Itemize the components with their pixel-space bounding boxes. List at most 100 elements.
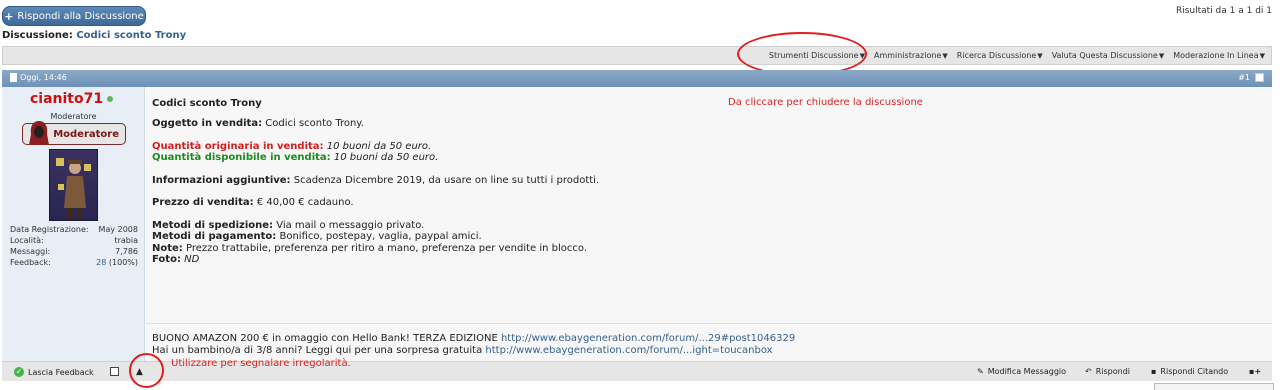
field-label: Informazioni aggiuntive:: [152, 174, 291, 186]
signature-link[interactable]: http://www.ebaygeneration.com/forum/...i…: [485, 345, 772, 356]
signature: BUONO AMAZON 200 € in omaggio con Hello …: [152, 333, 795, 356]
signature-text: BUONO AMAZON 200 € in omaggio con Hello …: [152, 333, 501, 344]
stat-row: Data Registrazione: May 2008: [10, 224, 138, 235]
post-body: Codici sconto Trony Da cliccare per chiu…: [146, 87, 1272, 361]
hooded-figure-icon: [29, 121, 49, 145]
feedback-count-link[interactable]: 28: [96, 258, 106, 267]
reply-label: Rispondi: [1095, 367, 1130, 376]
field-value: Prezzo trattabile, preferenza per ritiro…: [182, 242, 588, 254]
caret-down-icon: ▼: [1158, 52, 1165, 60]
plus-icon: +: [4, 9, 14, 23]
signature-line: Hai un bambino/a di 3/8 anni? Leggi qui …: [152, 345, 795, 357]
post-date: Oggi, 14:46: [10, 73, 67, 82]
menu-administration-label: Amministrazione: [873, 51, 942, 60]
field-label: Note:: [152, 242, 183, 254]
caret-down-icon: ▼: [942, 52, 948, 60]
online-status-icon: [107, 96, 114, 102]
thread-toolbar: Strumenti Discussione▼ Amministrazione▼ …: [2, 46, 1272, 65]
stat-label: Feedback:: [10, 258, 51, 267]
leave-feedback-button[interactable]: ✓ Lascia Feedback: [14, 367, 94, 377]
stat-row: Messaggi: 7,786: [10, 246, 138, 257]
multi-quote-button[interactable]: ▪+: [1249, 367, 1261, 376]
menu-search-thread[interactable]: Ricerca Discussione▼: [957, 51, 1043, 60]
field-value: 10 buoni da 50 euro.: [323, 140, 432, 152]
stat-label: Località:: [10, 236, 44, 245]
field-value: € 40,00 € cadauno.: [253, 197, 354, 208]
annotation-close-note: Da cliccare per chiudere la discussione: [728, 97, 923, 108]
document-icon: [10, 73, 17, 82]
leave-feedback-label: Lascia Feedback: [28, 367, 94, 377]
multi-quote-icon: ▪+: [1249, 367, 1262, 376]
thread-prefix: Discussione:: [2, 30, 73, 41]
menu-inline-moderation-label: Moderazione In Linea: [1173, 51, 1259, 60]
field-label: Foto:: [152, 254, 181, 265]
edit-post-label: Modifica Messaggio: [987, 367, 1067, 376]
avatar[interactable]: [49, 149, 98, 221]
stat-value: May 2008: [98, 225, 138, 234]
avatar-figure: [56, 158, 91, 220]
username-label: cianito71: [30, 91, 104, 107]
annotation-circle-report: [129, 353, 164, 388]
reply-button[interactable]: ↶ Rispondi: [1085, 367, 1130, 376]
stat-row: Feedback: 28 (100%): [10, 257, 138, 268]
field-value: Scadenza Dicembre 2019, da usare on line…: [290, 174, 600, 186]
field-label: Quantità disponibile in vendita:: [152, 152, 331, 163]
stat-label: Data Registrazione:: [10, 225, 89, 234]
content-line: Metodi di spedizione: Via mail o messagg…: [152, 220, 599, 232]
content-line: Quantità disponibile in vendita: 10 buon…: [152, 152, 599, 164]
ip-info-button[interactable]: [110, 367, 119, 376]
reply-arrow-icon: ↶: [1085, 367, 1092, 376]
moderator-badge: Moderatore: [22, 121, 126, 145]
edit-post-button[interactable]: ✎ Modifica Messaggio: [977, 367, 1066, 376]
menu-rate-thread[interactable]: Valuta Questa Discussione▼: [1052, 51, 1165, 60]
menu-rate-thread-label: Valuta Questa Discussione: [1051, 51, 1158, 60]
menu-inline-moderation[interactable]: Moderazione In Linea▼: [1173, 51, 1265, 60]
menu-administration[interactable]: Amministrazione▼: [874, 51, 948, 60]
field-label: Prezzo di vendita:: [152, 197, 254, 208]
post-content: Oggetto in vendita: Codici sconto Trony.…: [152, 118, 599, 266]
field-value: ND: [180, 254, 200, 265]
content-line: Metodi di pagamento: Bonifico, postepay,…: [152, 231, 599, 243]
user-info-pane: cianito71 Moderatore Moderatore Data Reg…: [2, 87, 145, 361]
field-label: Quantità originaria in vendita:: [152, 140, 324, 152]
thread-name-link[interactable]: Codici sconto Trony: [76, 30, 186, 41]
username-link[interactable]: cianito71: [30, 91, 114, 107]
reply-to-thread-button[interactable]: + Rispondi alla Discussione: [2, 6, 146, 26]
quote-bubble-icon: ▪: [1151, 367, 1157, 376]
stat-label: Messaggi:: [10, 247, 51, 256]
stat-value: 7,786: [115, 247, 138, 256]
ip-icon: [110, 367, 119, 376]
post-date-label: Oggi, 14:46: [20, 73, 67, 82]
content-line: Prezzo di vendita: € 40,00 € cadauno.: [152, 197, 599, 209]
signature-divider: [146, 323, 1272, 324]
signature-text: Hai un bambino/a di 3/8 anni? Leggi qui …: [152, 344, 486, 356]
thread-title: Discussione: Codici sconto Trony: [2, 30, 186, 41]
signature-link[interactable]: http://www.ebaygeneration.com/forum/...2…: [501, 333, 795, 344]
menu-search-thread-label: Ricerca Discussione: [956, 51, 1037, 60]
content-line: Quantità originaria in vendita: 10 buoni…: [152, 141, 599, 153]
content-line: Oggetto in vendita: Codici sconto Trony.: [152, 118, 599, 130]
field-value: Bonifico, postepay, vaglia, paypal amici…: [276, 231, 482, 242]
post-select-checkbox[interactable]: [1255, 73, 1264, 82]
feedback-percent: (100%): [106, 258, 138, 267]
post-number-link[interactable]: #1: [1238, 73, 1250, 82]
content-line: Note: Prezzo trattabile, preferenza per …: [152, 243, 599, 255]
results-count: Risultati da 1 a 1 di 1: [1175, 6, 1272, 16]
user-stats: Data Registrazione: May 2008 Località: tra…: [10, 224, 138, 268]
quote-reply-label: Rispondi Citando: [1160, 367, 1229, 376]
pencil-icon: ✎: [977, 367, 984, 376]
stat-value: trabia: [114, 236, 138, 245]
field-label: Oggetto in vendita:: [152, 118, 263, 129]
stat-row: Località: trabia: [10, 235, 138, 246]
annotation-report-note: Utilizzare per segnalare irregolarità.: [171, 358, 351, 369]
quote-reply-button[interactable]: ▪ Rispondi Citando: [1151, 367, 1228, 376]
content-line: Foto: ND: [152, 254, 599, 266]
reply-to-thread-label: Rispondi alla Discussione: [17, 10, 144, 22]
post-header: Oggi, 14:46 #1: [2, 70, 1272, 87]
field-label: Metodi di pagamento:: [152, 231, 277, 242]
post-title: Codici sconto Trony: [152, 98, 262, 109]
caret-down-icon: ▼: [1037, 52, 1043, 60]
partial-button-edge: [1154, 383, 1274, 390]
field-value: Codici sconto Trony.: [262, 118, 364, 129]
field-label: Metodi di spedizione:: [152, 219, 274, 231]
